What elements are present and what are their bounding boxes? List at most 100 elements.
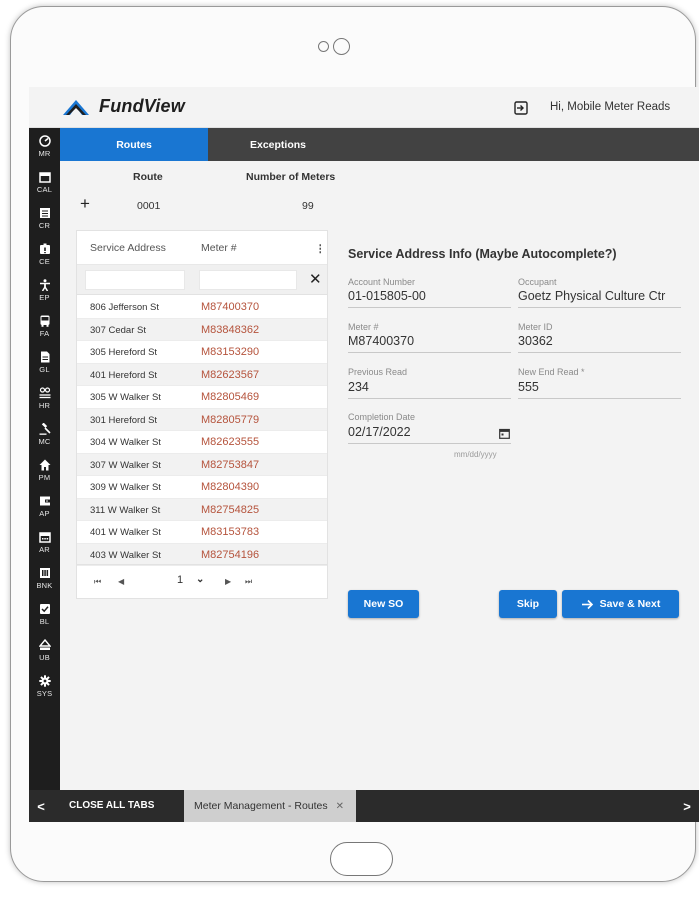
home-icon bbox=[39, 459, 50, 470]
sidebar-item-ce[interactable]: CE bbox=[29, 236, 60, 272]
gavel-icon bbox=[39, 422, 51, 435]
badge-icon bbox=[39, 243, 50, 254]
meter-column-header[interactable]: Meter # bbox=[201, 242, 237, 254]
route-number: 0001 bbox=[137, 200, 161, 212]
last-page-icon[interactable]: ⏭ bbox=[245, 577, 252, 587]
table-row[interactable]: 305 W Walker St M82805469 bbox=[77, 386, 327, 409]
sidebar-item-bnk[interactable]: BNK bbox=[29, 560, 60, 596]
grid-pager: ⏮ ◀ 1 ⌄ ▶ ⏭ bbox=[77, 564, 327, 599]
bank-icon bbox=[39, 567, 50, 578]
open-tab-meter-management[interactable]: Meter Management - Routes ✕ bbox=[184, 790, 356, 822]
meter-id-label: Meter ID bbox=[518, 322, 553, 332]
bottom-tab-bar: < CLOSE ALL TABS Meter Management - Rout… bbox=[29, 790, 699, 822]
meter-number-field[interactable]: M87400370 bbox=[348, 334, 414, 348]
scroll-tabs-left-icon[interactable]: < bbox=[29, 790, 53, 822]
prev-page-icon[interactable]: ◀ bbox=[118, 577, 124, 586]
new-end-read-label: New End Read * bbox=[518, 367, 585, 377]
previous-read-field[interactable]: 234 bbox=[348, 380, 369, 394]
table-row[interactable]: 309 W Walker St M82804390 bbox=[77, 476, 327, 499]
sidebar-item-gl[interactable]: GL bbox=[29, 344, 60, 380]
sidebar-item-fa[interactable]: FA bbox=[29, 308, 60, 344]
date-picker-icon[interactable] bbox=[499, 428, 510, 439]
previous-read-underline bbox=[348, 398, 511, 399]
table-row[interactable]: 401 Hereford St M82623567 bbox=[77, 363, 327, 386]
gear-icon bbox=[38, 674, 51, 687]
checkbox-icon bbox=[39, 603, 50, 614]
logo: FundView bbox=[63, 96, 185, 117]
save-next-button[interactable]: Save & Next bbox=[562, 590, 679, 618]
completion-date-field[interactable]: 02/17/2022 bbox=[348, 425, 411, 439]
sidebar-item-ub[interactable]: UB bbox=[29, 632, 60, 668]
logout-icon[interactable] bbox=[514, 101, 528, 115]
table-row[interactable]: 301 Hereford St M82805779 bbox=[77, 408, 327, 431]
close-tab-icon[interactable]: ✕ bbox=[336, 801, 344, 812]
meter-id-underline bbox=[518, 352, 681, 353]
drop-icon bbox=[38, 638, 51, 650]
expand-route-icon[interactable]: + bbox=[80, 194, 90, 214]
logo-mountain-icon bbox=[63, 99, 89, 115]
grid-header: Service Address Meter # ⋮ bbox=[77, 231, 327, 265]
sidebar-item-mr[interactable]: MR bbox=[29, 128, 60, 164]
home-button[interactable] bbox=[330, 842, 393, 876]
table-row[interactable]: 307 Cedar St M83848362 bbox=[77, 318, 327, 341]
completion-date-underline bbox=[348, 443, 511, 444]
table-row[interactable]: 401 W Walker St M83153783 bbox=[77, 521, 327, 544]
page-number[interactable]: 1 bbox=[177, 574, 183, 586]
account-number-field[interactable]: 01-015805-00 bbox=[348, 289, 426, 303]
date-format-hint: mm/dd/yyyy bbox=[454, 450, 497, 459]
sidebar-item-sys[interactable]: SYS bbox=[29, 668, 60, 704]
page-select-chevron-icon[interactable]: ⌄ bbox=[196, 574, 204, 585]
previous-read-label: Previous Read bbox=[348, 367, 408, 377]
address-filter-input[interactable] bbox=[85, 270, 185, 290]
sidebar-item-pm[interactable]: PM bbox=[29, 452, 60, 488]
sidebar-item-ar[interactable]: AR bbox=[29, 524, 60, 560]
main-tabs: Routes Exceptions bbox=[60, 128, 699, 161]
column-menu-icon[interactable]: ⋮ bbox=[315, 242, 326, 256]
camera bbox=[318, 36, 350, 56]
sidebar-item-cr[interactable]: CR bbox=[29, 200, 60, 236]
close-all-tabs-button[interactable]: CLOSE ALL TABS bbox=[69, 800, 154, 811]
account-number-underline bbox=[348, 307, 511, 308]
table-row[interactable]: 304 W Walker St M82623555 bbox=[77, 431, 327, 454]
occupant-field[interactable]: Goetz Physical Culture Ctr bbox=[518, 289, 688, 303]
skip-button[interactable]: Skip bbox=[499, 590, 557, 618]
meter-id-field[interactable]: 30362 bbox=[518, 334, 553, 348]
sidebar-item-ap[interactable]: AP bbox=[29, 488, 60, 524]
camera-sensor-icon bbox=[318, 40, 329, 52]
account-number-label: Account Number bbox=[348, 277, 416, 287]
sidebar-item-mc[interactable]: MC bbox=[29, 416, 60, 452]
meter-number-label: Meter # bbox=[348, 322, 379, 332]
meter-number-underline bbox=[348, 352, 511, 353]
scroll-tabs-right-icon[interactable]: > bbox=[675, 790, 699, 822]
clear-filter-icon[interactable]: ✕ bbox=[309, 270, 322, 288]
user-greeting[interactable]: Hi, Mobile Meter Reads bbox=[550, 101, 670, 113]
completion-date-label: Completion Date bbox=[348, 412, 416, 422]
address-column-header[interactable]: Service Address bbox=[90, 242, 166, 254]
occupant-underline bbox=[518, 307, 681, 308]
first-page-icon[interactable]: ⏮ bbox=[94, 577, 101, 587]
app-screen: FundView Hi, Mobile Meter Reads MR CAL C… bbox=[29, 87, 699, 822]
next-page-icon[interactable]: ▶ bbox=[225, 577, 231, 586]
sidebar-item-hr[interactable]: HR bbox=[29, 380, 60, 416]
table-row[interactable]: 305 Hereford St M83153290 bbox=[77, 341, 327, 364]
table-row[interactable]: 403 W Walker St M82754196 bbox=[77, 543, 327, 566]
people-icon bbox=[39, 386, 50, 398]
occupant-label: Occupant bbox=[518, 277, 557, 287]
bus-icon bbox=[40, 315, 49, 327]
table-row[interactable]: 307 W Walker St M82753847 bbox=[77, 453, 327, 476]
new-end-read-field[interactable]: 555 bbox=[518, 380, 539, 394]
meter-filter-input[interactable] bbox=[199, 270, 297, 290]
tab-exceptions[interactable]: Exceptions bbox=[208, 128, 348, 161]
save-next-label: Save & Next bbox=[599, 598, 661, 610]
sidebar-item-bl[interactable]: BL bbox=[29, 596, 60, 632]
sidebar-item-cal[interactable]: CAL bbox=[29, 164, 60, 200]
new-so-button[interactable]: New SO bbox=[348, 590, 419, 618]
table-row[interactable]: 806 Jefferson St M87400370 bbox=[77, 296, 327, 319]
tab-routes[interactable]: Routes bbox=[60, 128, 208, 161]
filter-row: ✕ bbox=[77, 265, 327, 295]
info-panel-title: Service Address Info (Maybe Autocomplete… bbox=[348, 247, 617, 261]
calendar-icon bbox=[38, 531, 51, 543]
sidebar-item-ep[interactable]: EP bbox=[29, 272, 60, 308]
table-row[interactable]: 311 W Walker St M82754825 bbox=[77, 498, 327, 521]
meter-count: 99 bbox=[302, 200, 314, 212]
